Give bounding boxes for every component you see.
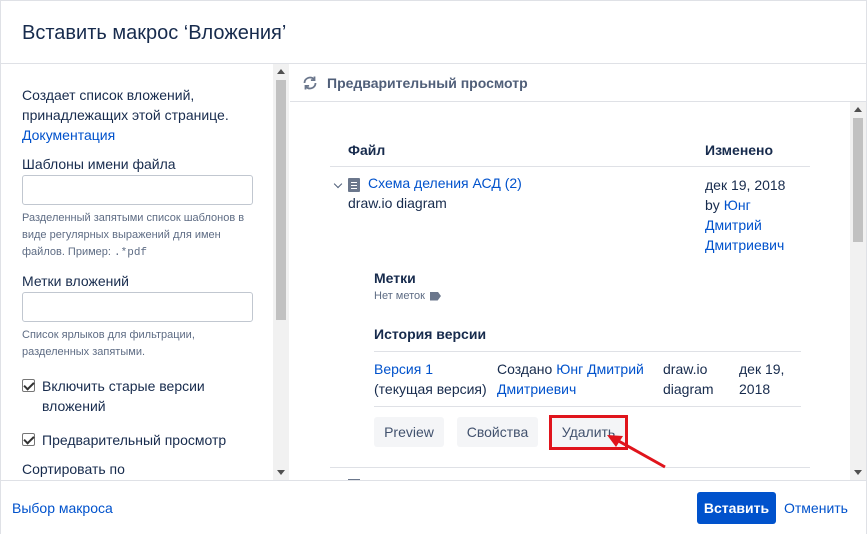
- labels-heading: Метки: [374, 270, 416, 286]
- left-scrollbar-thumb[interactable]: [276, 80, 286, 320]
- filename-patterns-label: Шаблоны имени файла: [22, 156, 176, 172]
- preview-title: Предварительный просмотр: [327, 75, 528, 91]
- history-bottom-divider: [374, 406, 801, 407]
- attachment-labels-label: Метки вложений: [22, 273, 129, 289]
- by-label: by: [705, 197, 720, 213]
- preview-checkbox[interactable]: [22, 433, 35, 446]
- refresh-icon[interactable]: [301, 74, 319, 92]
- scroll-up-arrow-icon[interactable]: [277, 69, 285, 74]
- properties-button[interactable]: Свойства: [457, 417, 538, 447]
- preview-scrollbar[interactable]: [850, 102, 866, 480]
- created-by-cell: Создано Юнг Дмитрий Дмитриевич: [497, 359, 652, 399]
- created-by-prefix: Создано: [497, 361, 553, 377]
- preview-header: Предварительный просмотр: [290, 64, 866, 102]
- chevron-down-icon[interactable]: [333, 179, 343, 189]
- attachment-labels-help: Список ярлыков для фильтрации, разделенн…: [22, 329, 195, 358]
- dialog-header: Вставить макрос ‘Вложения’: [1, 1, 866, 64]
- filename-patterns-example: .*pdf: [114, 247, 148, 259]
- filename-patterns-help: Разделенный запятыми список шаблонов в в…: [22, 210, 262, 262]
- no-labels-text: Нет меток: [374, 290, 441, 302]
- attachment-labels-input[interactable]: [22, 292, 253, 322]
- history-top-divider: [374, 351, 801, 352]
- column-header-file: Файл: [348, 142, 386, 158]
- file-icon: [348, 178, 360, 192]
- filename-patterns-input[interactable]: [22, 175, 253, 205]
- documentation-link[interactable]: Документация: [22, 127, 115, 143]
- preview-scroll-up-icon[interactable]: [854, 107, 862, 112]
- dialog-title: Вставить макрос ‘Вложения’: [22, 22, 287, 44]
- attachment-type: draw.io diagram: [348, 195, 447, 211]
- row-divider: [330, 467, 810, 468]
- include-old-versions-checkbox[interactable]: [22, 379, 35, 392]
- preview-scrollbar-thumb[interactable]: [853, 118, 863, 242]
- column-header-modified: Изменено: [705, 142, 774, 158]
- description-text: Создает список вложений, принадлежащих э…: [22, 87, 229, 123]
- attachment-modified: дек 19, 2018 by Юнг Дмитрий Дмитриевич: [705, 175, 805, 255]
- version-type-cell: draw.io diagram: [663, 361, 714, 397]
- version-note: (текущая версия): [374, 381, 487, 397]
- dialog-footer: Выбор макроса Вставить Отменить: [1, 480, 866, 534]
- attachment-date: дек 19, 2018: [705, 177, 786, 193]
- include-old-versions-label: Включить старые версии вложений: [42, 378, 205, 414]
- annotation-arrow-icon: [607, 435, 666, 469]
- macro-browser-link[interactable]: Выбор макроса: [12, 500, 113, 516]
- attachment-author-line: by Юнг Дмитрий Дмитриевич: [705, 195, 805, 255]
- no-labels-label: Нет меток: [374, 290, 425, 302]
- cancel-link[interactable]: Отменить: [784, 500, 848, 516]
- version-history-heading: История версии: [374, 326, 487, 342]
- insert-button[interactable]: Вставить: [697, 492, 776, 524]
- macro-parameters-panel: Создает список вложений, принадлежащих э…: [1, 64, 289, 480]
- left-panel-scrollbar[interactable]: [273, 64, 289, 480]
- preview-toggle-row[interactable]: Предварительный просмотр: [22, 430, 262, 450]
- version-link[interactable]: Версия 1: [374, 359, 494, 379]
- sort-by-label: Сортировать по: [22, 461, 125, 477]
- tag-icon[interactable]: [429, 291, 441, 301]
- version-date-cell: дек 19, 2018: [739, 361, 785, 397]
- preview-button[interactable]: Preview: [374, 417, 444, 447]
- preview-scroll-down-icon[interactable]: [854, 470, 862, 475]
- preview-checkbox-label: Предварительный просмотр: [42, 432, 227, 448]
- insert-macro-dialog: Вставить макрос ‘Вложения’ Создает списо…: [0, 0, 867, 534]
- macro-description: Создает список вложений, принадлежащих э…: [22, 85, 262, 145]
- version-cell: Версия 1 (текущая версия): [374, 359, 494, 399]
- attachment-name-link[interactable]: Схема деления АСД (2): [368, 175, 522, 191]
- header-divider: [330, 166, 810, 167]
- include-old-versions-row[interactable]: Включить старые версии вложений: [22, 376, 262, 416]
- scroll-down-arrow-icon[interactable]: [277, 470, 285, 475]
